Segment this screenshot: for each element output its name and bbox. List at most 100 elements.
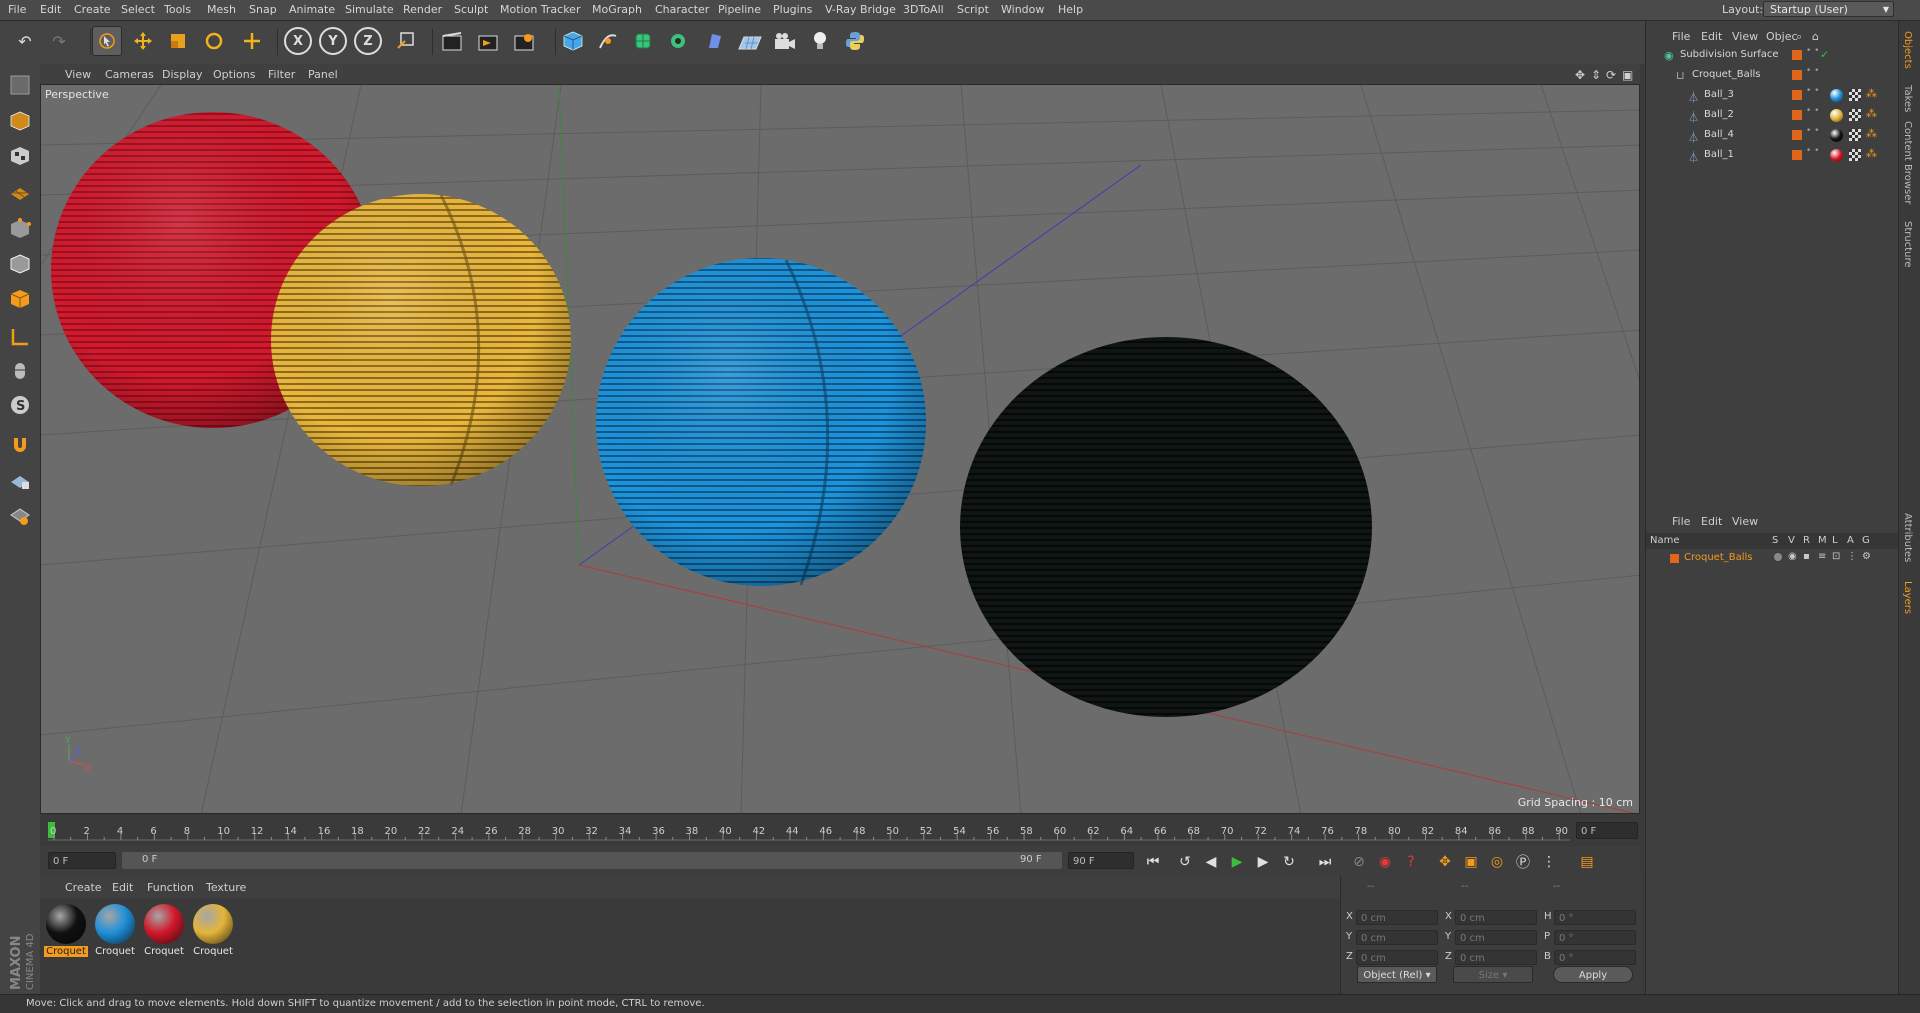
viewport-menu-cameras[interactable]: Cameras	[105, 68, 154, 81]
menu-mesh[interactable]: Mesh	[207, 3, 236, 16]
phong-tag-icon[interactable]	[1849, 89, 1861, 101]
last-tool-icon[interactable]	[237, 26, 267, 56]
uvw-tag-icon[interactable]: ⁂	[1866, 127, 1877, 140]
tab-attributes[interactable]: Attributes	[1902, 513, 1913, 562]
layout-select[interactable]: Startup (User) ▼	[1763, 1, 1894, 17]
magnet-icon[interactable]	[5, 430, 35, 460]
camera-icon[interactable]	[770, 26, 800, 56]
layer-color-tag[interactable]	[1792, 130, 1802, 140]
viewport-menu-panel[interactable]: Panel	[308, 68, 338, 81]
visibility-dots-icon[interactable]: • •	[1806, 127, 1819, 136]
menu-3dtoall[interactable]: 3DToAll	[903, 3, 944, 16]
layer-render-icon[interactable]: ▪	[1803, 551, 1810, 562]
object-name[interactable]: Subdivision Surface	[1680, 49, 1779, 60]
coord-size-field[interactable]: 0 cm	[1455, 910, 1537, 925]
floor-icon[interactable]	[735, 26, 765, 56]
object-tree-row[interactable]: ⏃ Ball_4 • • ⁂	[1646, 126, 1899, 145]
material-tag-icon[interactable]	[1830, 129, 1843, 142]
layer-color-tag[interactable]	[1792, 70, 1802, 80]
tweak-mode-icon[interactable]	[5, 356, 35, 386]
coord-size-field[interactable]: 0 cm	[1455, 950, 1537, 965]
scale-key-icon[interactable]: ▣	[1460, 851, 1482, 873]
menu-character[interactable]: Character	[655, 3, 709, 16]
enabled-check-icon[interactable]: ✓	[1820, 48, 1829, 61]
object-name[interactable]: Ball_4	[1704, 129, 1734, 140]
material-swatch[interactable]: Croquet	[93, 902, 137, 958]
redo-icon[interactable]: ↷	[44, 26, 74, 56]
axis-mode-icon[interactable]	[5, 322, 35, 352]
scale-icon[interactable]	[163, 26, 193, 56]
phong-tag-icon[interactable]	[1849, 109, 1861, 121]
material-swatch[interactable]: Croquet	[191, 902, 235, 958]
uvw-tag-icon[interactable]: ⁂	[1866, 87, 1877, 100]
start-frame-field[interactable]: 0 F	[48, 852, 116, 869]
layer-lock-icon[interactable]: ⊡	[1832, 551, 1840, 562]
coord-size-field[interactable]: 0 cm	[1455, 930, 1537, 945]
menu-render[interactable]: Render	[403, 3, 442, 16]
viewport-menu-view[interactable]: View	[65, 68, 91, 81]
layer-color-tag[interactable]	[1792, 50, 1802, 60]
autokeying-icon[interactable]: ◉	[1374, 851, 1396, 873]
object-name[interactable]: Ball_2	[1704, 109, 1734, 120]
workplane-lock-icon[interactable]	[5, 466, 35, 496]
point-level-animation-icon[interactable]: ⋮	[1538, 851, 1560, 873]
viewport-rotate-icon[interactable]: ⟳	[1606, 68, 1616, 82]
points-mode-icon[interactable]	[5, 214, 35, 244]
layer-color-tag[interactable]	[1792, 110, 1802, 120]
cloner-icon[interactable]	[663, 26, 693, 56]
layer-solo-toggle[interactable]	[1774, 553, 1782, 561]
tab-objects[interactable]: Objects	[1902, 31, 1913, 69]
coord-position-field[interactable]: 0 cm	[1356, 910, 1438, 925]
menu-mograph[interactable]: MoGraph	[592, 3, 642, 16]
go-to-start-icon[interactable]: ⏮	[1142, 851, 1164, 873]
viewport-menu-options[interactable]: Options	[213, 68, 255, 81]
render-picture-viewer-icon[interactable]	[473, 26, 503, 56]
menu-simulate[interactable]: Simulate	[345, 3, 394, 16]
material-tag-icon[interactable]	[1830, 149, 1843, 162]
timeline-ruler[interactable]: 0 2 4 6 8 10 12 14 16 18 20 22 24 26 28 30 32 34 36 38 40 42 4…	[40, 814, 1640, 846]
coord-position-field[interactable]: 0 cm	[1356, 950, 1438, 965]
coord-position-field[interactable]: 0 cm	[1356, 930, 1438, 945]
tab-structure[interactable]: Structure	[1902, 221, 1913, 268]
menu-create[interactable]: Create	[74, 3, 111, 16]
frame-range-slider[interactable]: 0 F 90 F	[122, 852, 1062, 869]
next-frame-icon[interactable]: ▶	[1252, 851, 1274, 873]
deformer-icon[interactable]	[700, 26, 730, 56]
rotation-key-icon[interactable]: ◎	[1486, 851, 1508, 873]
edges-mode-icon[interactable]	[5, 249, 35, 279]
viewport-menu-filter[interactable]: Filter	[268, 68, 295, 81]
object-tree-row[interactable]: ⏃ Ball_3 • • ⁂	[1646, 86, 1899, 105]
visibility-dots-icon[interactable]: • •	[1806, 107, 1819, 116]
apply-button[interactable]: Apply	[1553, 966, 1633, 983]
layer-row[interactable]: Croquet_Balls ◉ ▪ ≡ ⊡ ⋮ ⚙	[1646, 550, 1899, 567]
uvw-tag-icon[interactable]: ⁂	[1866, 147, 1877, 160]
phong-tag-icon[interactable]	[1849, 129, 1861, 141]
layer-color-tag[interactable]	[1792, 90, 1802, 100]
layer-generator-icon[interactable]: ⚙	[1862, 551, 1871, 562]
move-icon[interactable]	[128, 26, 158, 56]
workplane-mode-icon[interactable]	[5, 176, 35, 206]
pen-spline-icon[interactable]	[593, 26, 623, 56]
go-to-end-icon[interactable]: ⏭	[1314, 851, 1336, 873]
live-selection-icon[interactable]	[92, 26, 122, 56]
menu-edit[interactable]: Edit	[40, 3, 61, 16]
object-name[interactable]: Ball_1	[1704, 149, 1734, 160]
layer-name[interactable]: Croquet_Balls	[1684, 552, 1753, 563]
layer-menu-file[interactable]: File	[1672, 515, 1690, 528]
layer-color-swatch[interactable]	[1670, 554, 1679, 563]
rotate-icon[interactable]	[199, 26, 229, 56]
next-key-icon[interactable]: ↻	[1278, 851, 1300, 873]
object-menu-edit[interactable]: Edit	[1701, 30, 1722, 43]
world-coordinates-icon[interactable]	[390, 26, 420, 56]
viewport-move-icon[interactable]: ✥	[1575, 68, 1585, 82]
viewport-maximize-icon[interactable]: ▣	[1622, 68, 1633, 82]
viewport-menu-display[interactable]: Display	[162, 68, 203, 81]
planar-workplane-icon[interactable]	[5, 501, 35, 531]
menu-animate[interactable]: Animate	[289, 3, 335, 16]
z-axis-icon[interactable]: Z	[353, 26, 383, 56]
undo-icon[interactable]: ↶	[10, 26, 40, 56]
menu-select[interactable]: Select	[121, 3, 155, 16]
layer-manager-icon[interactable]: ≡	[1818, 551, 1826, 562]
search-icon[interactable]: ⌕	[1796, 30, 1802, 44]
object-tree-row[interactable]: ⊔ Croquet_Balls • •	[1646, 66, 1899, 85]
